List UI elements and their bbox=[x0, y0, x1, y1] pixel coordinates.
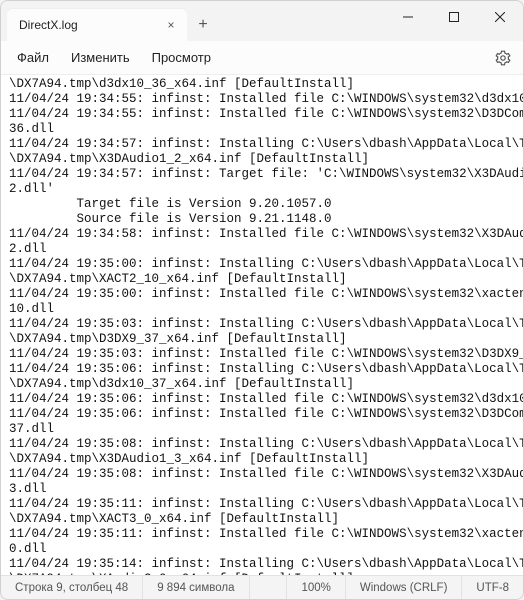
app-window: DirectX.log × + Файл Изменить Просмотр \… bbox=[0, 0, 524, 600]
close-icon bbox=[495, 12, 505, 22]
new-tab-button[interactable]: + bbox=[187, 9, 219, 41]
status-eol[interactable]: Windows (CRLF) bbox=[346, 576, 463, 599]
log-text: \DX7A94.tmp\d3dx10_36_x64.inf [DefaultIn… bbox=[1, 75, 523, 575]
menu-edit[interactable]: Изменить bbox=[61, 46, 140, 69]
maximize-button[interactable] bbox=[431, 1, 477, 33]
status-encoding[interactable]: UTF-8 bbox=[462, 576, 523, 599]
titlebar: DirectX.log × + bbox=[1, 1, 523, 41]
minimize-icon bbox=[403, 12, 413, 22]
gear-icon bbox=[495, 50, 511, 66]
editor-area[interactable]: \DX7A94.tmp\d3dx10_36_x64.inf [DefaultIn… bbox=[1, 75, 523, 575]
menu-file[interactable]: Файл bbox=[7, 46, 59, 69]
settings-button[interactable] bbox=[489, 44, 517, 72]
tab-active[interactable]: DirectX.log × bbox=[7, 9, 187, 41]
close-window-button[interactable] bbox=[477, 1, 523, 33]
tab-title: DirectX.log bbox=[19, 18, 78, 32]
maximize-icon bbox=[449, 12, 459, 22]
statusbar: Строка 9, столбец 48 9 894 символа 100% … bbox=[1, 575, 523, 599]
menu-view[interactable]: Просмотр bbox=[142, 46, 221, 69]
minimize-button[interactable] bbox=[385, 1, 431, 33]
tab-close-icon[interactable]: × bbox=[163, 17, 179, 33]
status-zoom[interactable]: 100% bbox=[287, 576, 345, 599]
menubar: Файл Изменить Просмотр bbox=[1, 41, 523, 75]
status-chars[interactable]: 9 894 символа bbox=[143, 576, 249, 599]
status-position[interactable]: Строка 9, столбец 48 bbox=[1, 576, 143, 599]
